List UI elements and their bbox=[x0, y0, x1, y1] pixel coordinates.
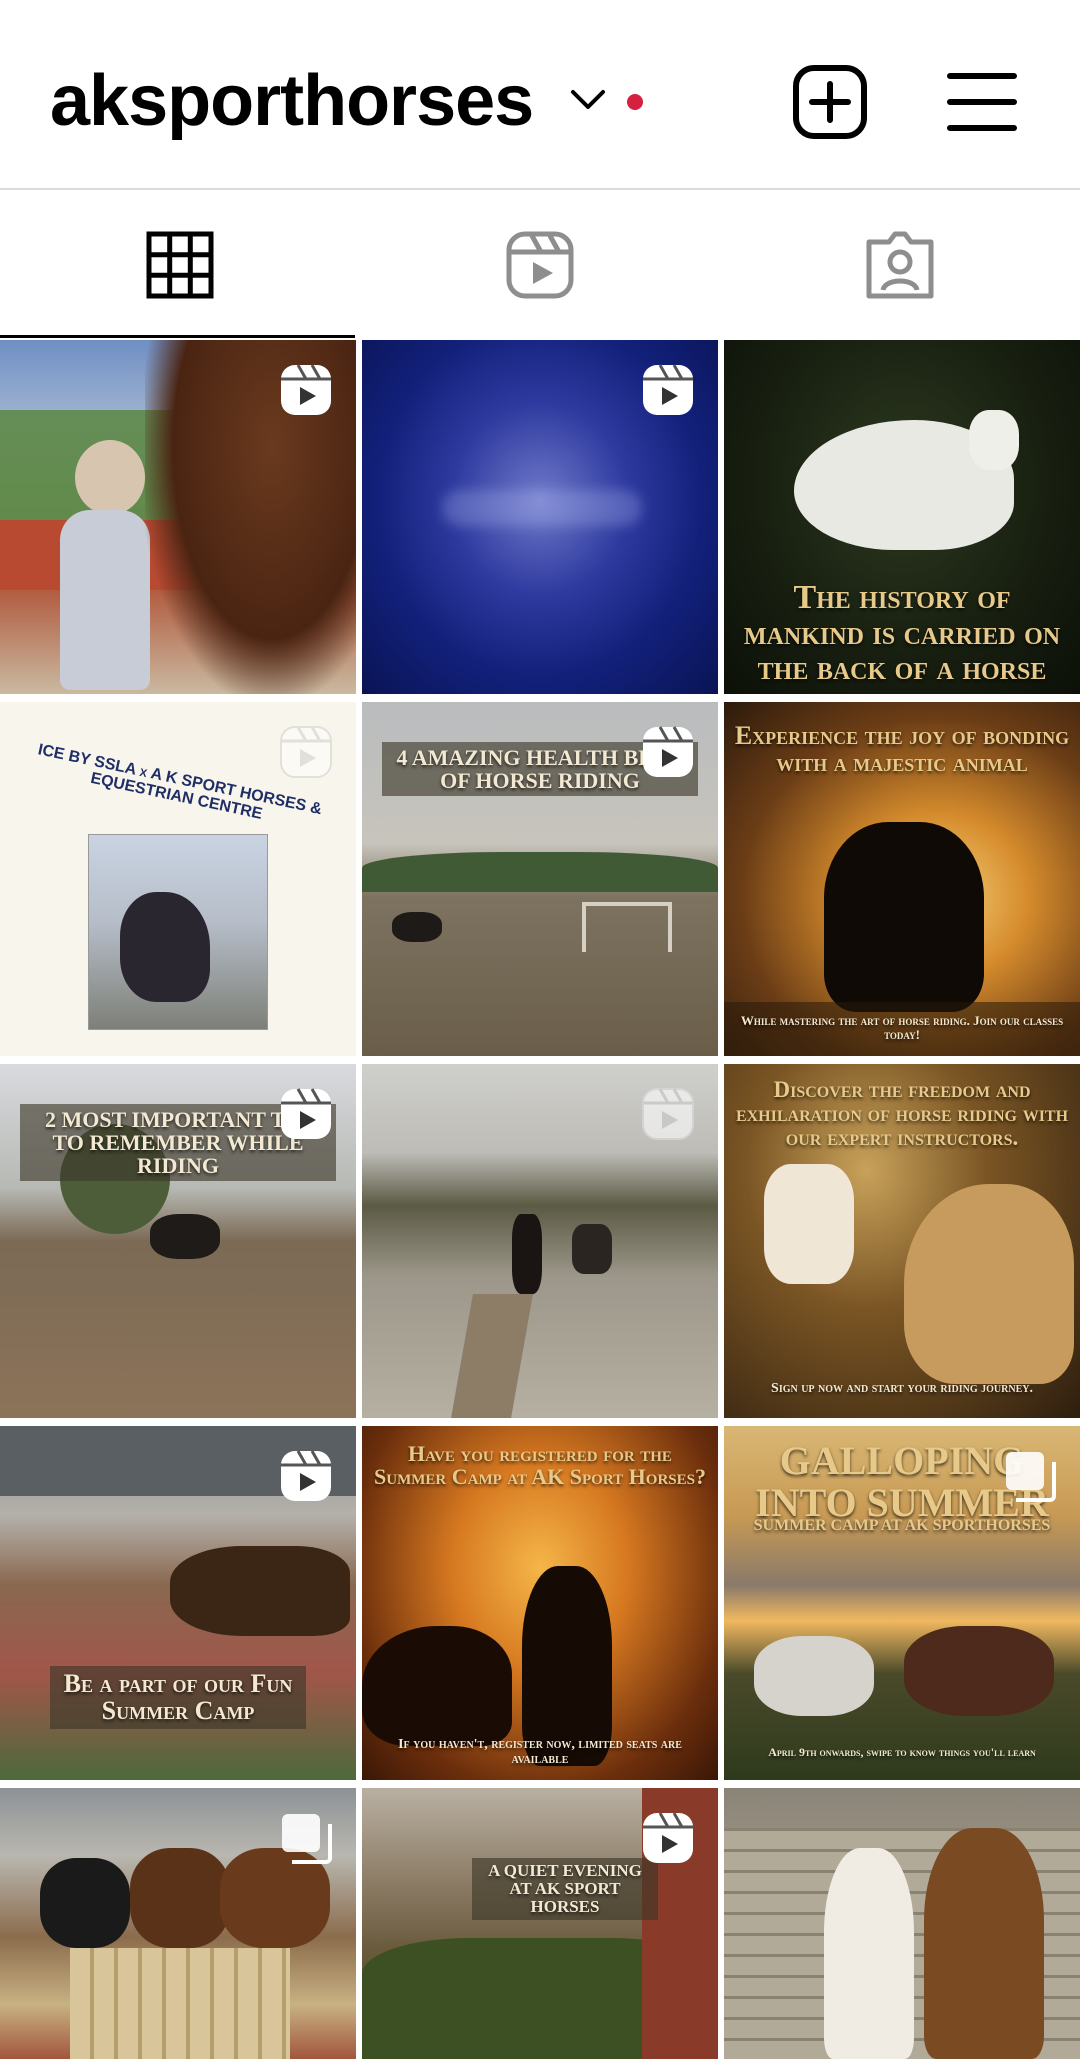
posts-grid: The history of mankind is carried on the… bbox=[0, 340, 1080, 2059]
post-caption: If you haven't, register now, limited se… bbox=[398, 1737, 682, 1767]
post-tile[interactable]: GALLOPING INTO SUMMER SUMMER CAMP AT AK … bbox=[724, 1426, 1080, 1780]
reel-badge-icon bbox=[643, 364, 693, 415]
post-tile[interactable]: Discover the freedom and exhilaration of… bbox=[724, 1064, 1080, 1418]
post-caption: April 9th onwards, swipe to know things … bbox=[768, 1745, 1036, 1759]
reels-icon bbox=[506, 231, 574, 299]
tab-posts-grid[interactable] bbox=[0, 192, 360, 338]
post-tile[interactable] bbox=[724, 1788, 1080, 2059]
profile-header: aksporthorses bbox=[0, 0, 1080, 190]
post-tile[interactable] bbox=[0, 1788, 356, 2059]
post-tile[interactable]: A QUIET EVENING AT AK SPORT HORSES bbox=[362, 1788, 718, 2059]
post-tile[interactable]: 4 AMAZING HEALTH BENE OF HORSE RIDING bbox=[362, 702, 718, 1056]
post-caption: A QUIET EVENING AT AK SPORT HORSES bbox=[472, 1858, 658, 1920]
reel-badge-icon bbox=[281, 1088, 331, 1139]
reel-badge-icon bbox=[643, 726, 693, 777]
post-title: Discover the freedom and exhilaration of… bbox=[735, 1077, 1069, 1151]
profile-tabs bbox=[0, 192, 1080, 338]
carousel-badge-icon bbox=[1006, 1452, 1056, 1502]
post-caption: The history of mankind is carried on the… bbox=[743, 579, 1061, 688]
create-post-button[interactable] bbox=[792, 64, 868, 140]
hamburger-menu-icon[interactable] bbox=[944, 64, 1020, 140]
post-caption: While mastering the art of horse riding.… bbox=[740, 1013, 1064, 1042]
tab-reels[interactable] bbox=[360, 192, 720, 338]
post-tile[interactable]: ICE BY SSLA x A K SPORT HORSES & EQUESTR… bbox=[0, 702, 356, 1056]
post-tile[interactable] bbox=[0, 340, 356, 694]
notification-dot bbox=[627, 94, 643, 110]
grid-icon bbox=[146, 231, 214, 299]
post-tile[interactable]: 2 MOST IMPORTANT THI TO REMEMBER WHILE R… bbox=[0, 1064, 356, 1418]
reel-badge-icon bbox=[281, 1450, 331, 1501]
carousel-badge-icon bbox=[282, 1814, 332, 1864]
post-tile[interactable] bbox=[362, 1064, 718, 1418]
post-tile[interactable] bbox=[362, 340, 718, 694]
tagged-person-icon bbox=[866, 231, 934, 299]
reel-badge-icon bbox=[642, 1088, 694, 1140]
post-title: Experience the joy of bonding with a maj… bbox=[734, 721, 1070, 778]
reel-badge-icon bbox=[281, 364, 331, 415]
post-caption: Sign up now and start your riding journe… bbox=[771, 1381, 1033, 1396]
post-title: Have you registered for the Summer Camp … bbox=[374, 1441, 706, 1490]
post-subtitle: SUMMER CAMP AT AK SPORTHORSES bbox=[753, 1517, 1051, 1534]
account-username[interactable]: aksporthorses bbox=[50, 56, 534, 146]
reel-badge-icon bbox=[280, 726, 332, 778]
tab-tagged[interactable] bbox=[720, 192, 1080, 338]
post-caption: Be a part of our Fun Summer Camp bbox=[50, 1666, 306, 1729]
reel-badge-icon bbox=[643, 1812, 693, 1863]
chevron-down-icon[interactable] bbox=[570, 88, 606, 112]
post-tile[interactable]: Be a part of our Fun Summer Camp bbox=[0, 1426, 356, 1780]
post-tile[interactable]: The history of mankind is carried on the… bbox=[724, 340, 1080, 694]
post-tile[interactable]: Experience the joy of bonding with a maj… bbox=[724, 702, 1080, 1056]
post-tile[interactable]: Have you registered for the Summer Camp … bbox=[362, 1426, 718, 1780]
